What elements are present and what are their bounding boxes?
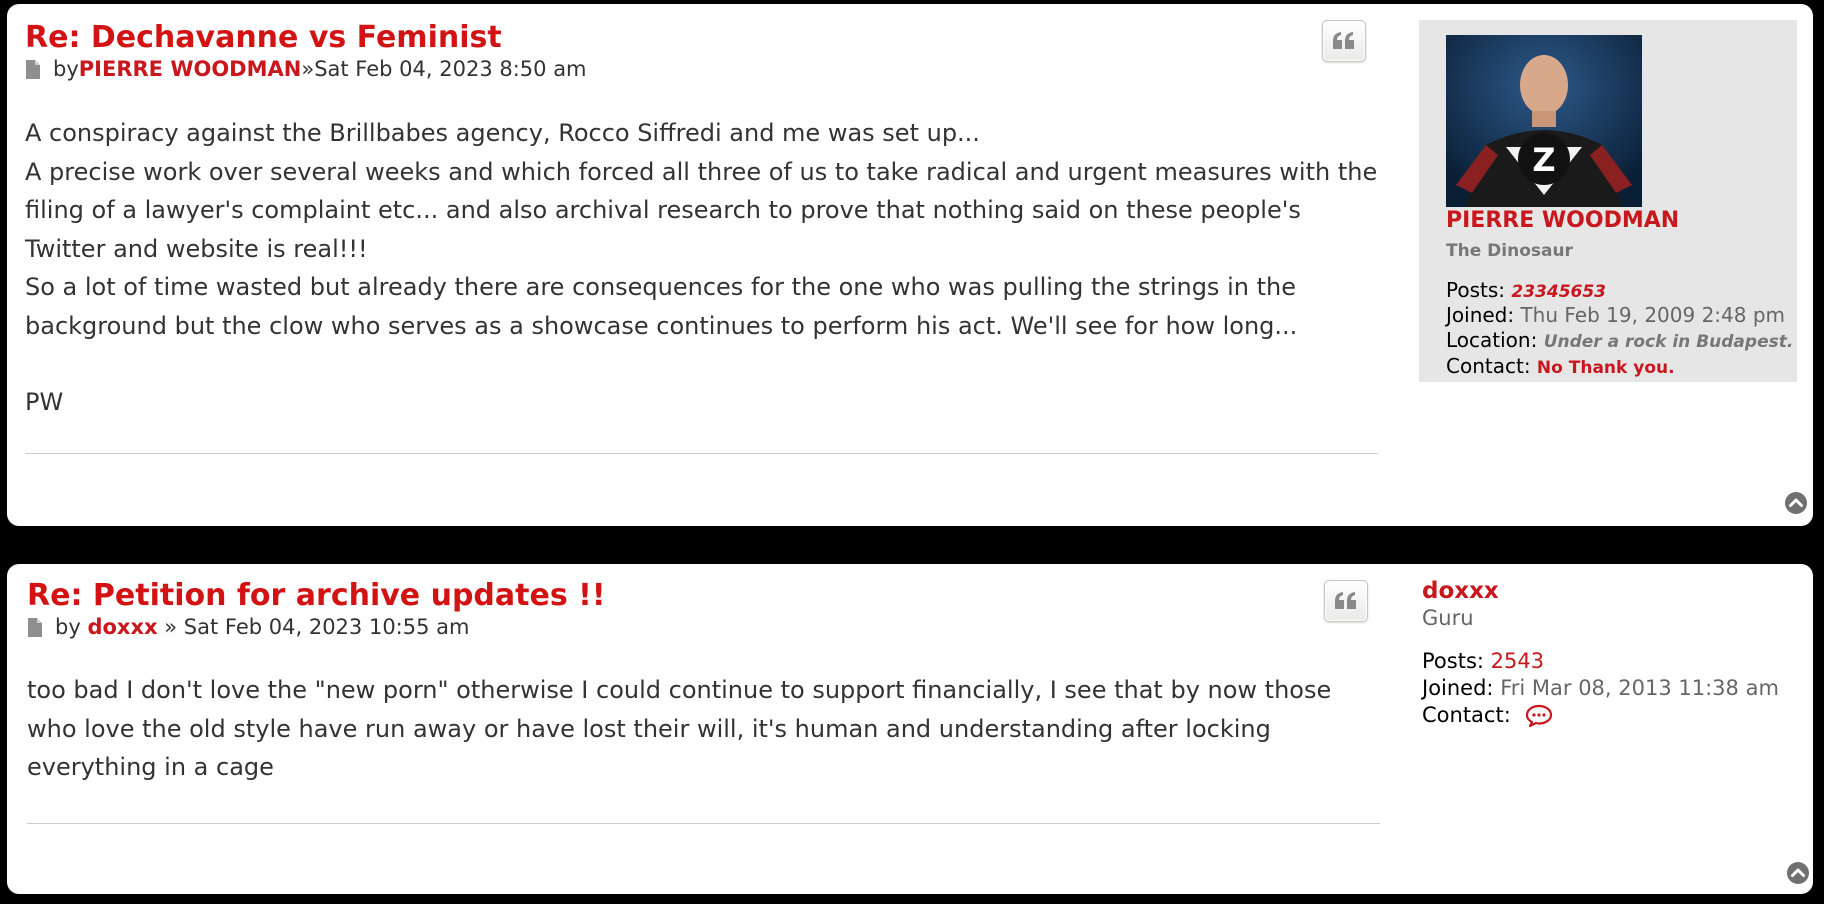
- profile-posts-count[interactable]: 23345653: [1511, 282, 1606, 302]
- profile-posts: Posts: 2543: [1422, 649, 1544, 673]
- post-paragraph: A conspiracy against the Brillbabes agen…: [25, 119, 980, 147]
- post-profile: Z PIERRE WOODMAN The Dinosaur Posts: 233…: [1419, 20, 1797, 382]
- profile-posts-label: Posts:: [1422, 649, 1484, 673]
- quote-icon: [1335, 592, 1356, 609]
- quote-icon: [1333, 32, 1354, 49]
- by-label: by: [55, 615, 81, 639]
- post-date: Sat Feb 04, 2023 10:55 am: [183, 615, 470, 639]
- profile-contact: Contact: No Thank you.: [1446, 354, 1675, 378]
- by-label: by: [53, 57, 79, 81]
- profile-location: Location: Under a rock in Budapest.: [1446, 328, 1793, 352]
- post-content: A conspiracy against the Brillbabes agen…: [25, 114, 1385, 422]
- post-paragraph: A precise work over several weeks and wh…: [25, 157, 1378, 263]
- post: Re: Petition for archive updates !! by d…: [7, 564, 1813, 894]
- post-author-link[interactable]: doxxx: [87, 615, 157, 639]
- profile-posts-count[interactable]: 2543: [1491, 649, 1544, 673]
- post-divider: [25, 453, 1378, 454]
- post-signature: PW: [25, 388, 64, 416]
- profile-joined-label: Joined:: [1446, 303, 1515, 327]
- profile-joined: Joined: Thu Feb 19, 2009 2:48 pm: [1446, 303, 1785, 327]
- byline-separator: »: [164, 615, 178, 639]
- profile-joined-date: Fri Mar 08, 2013 11:38 am: [1500, 676, 1779, 700]
- avatar-image: Z: [1446, 35, 1642, 207]
- profile-posts-label: Posts:: [1446, 278, 1506, 302]
- profile-username[interactable]: doxxx: [1422, 578, 1499, 604]
- quote-button[interactable]: [1322, 20, 1366, 62]
- post-title[interactable]: Re: Petition for archive updates !!: [27, 578, 606, 613]
- profile-rank: Guru: [1422, 606, 1474, 630]
- profile-joined: Joined: Fri Mar 08, 2013 11:38 am: [1422, 676, 1779, 700]
- post-divider: [27, 823, 1380, 824]
- post-title[interactable]: Re: Dechavanne vs Feminist: [25, 20, 502, 55]
- document-icon: [28, 617, 42, 637]
- post-content: too bad I don't love the "new porn" othe…: [27, 671, 1387, 787]
- post-date: Sat Feb 04, 2023 8:50 am: [314, 57, 587, 81]
- avatar[interactable]: Z: [1446, 35, 1642, 207]
- profile-contact-value: No Thank you.: [1536, 358, 1675, 378]
- post-author-link[interactable]: PIERRE WOODMAN: [79, 57, 302, 81]
- profile-joined-label: Joined:: [1422, 676, 1494, 700]
- profile-rank: The Dinosaur: [1446, 241, 1573, 261]
- post-byline: by PIERRE WOODMAN» Sat Feb 04, 2023 8:50 a…: [25, 57, 587, 81]
- back-to-top-icon[interactable]: [1787, 862, 1809, 884]
- profile-contact-label: Contact:: [1446, 354, 1531, 378]
- post-paragraph: So a lot of time wasted but already ther…: [25, 273, 1298, 340]
- speech-bubble-icon[interactable]: [1525, 704, 1553, 728]
- quote-button[interactable]: [1324, 580, 1368, 622]
- post-paragraph: too bad I don't love the "new porn" othe…: [27, 676, 1332, 781]
- post-paragraph: [25, 345, 1385, 383]
- profile-contact-label: Contact:: [1422, 703, 1511, 727]
- post: Re: Dechavanne vs Feminist by PIERRE WOOD…: [7, 4, 1813, 526]
- profile-location-label: Location:: [1446, 328, 1538, 352]
- profile-contact: Contact:: [1422, 703, 1553, 728]
- profile-location-value: Under a rock in Budapest.: [1543, 332, 1794, 352]
- byline-separator: »: [301, 57, 315, 81]
- profile-joined-date: Thu Feb 19, 2009 2:48 pm: [1520, 303, 1786, 327]
- back-to-top-icon[interactable]: [1785, 492, 1807, 514]
- post-byline: by doxxx » Sat Feb 04, 2023 10:55 am: [27, 615, 469, 639]
- profile-posts: Posts: 23345653: [1446, 278, 1606, 302]
- document-icon: [26, 59, 40, 79]
- profile-username[interactable]: PIERRE WOODMAN: [1446, 208, 1679, 233]
- svg-text:Z: Z: [1532, 141, 1555, 179]
